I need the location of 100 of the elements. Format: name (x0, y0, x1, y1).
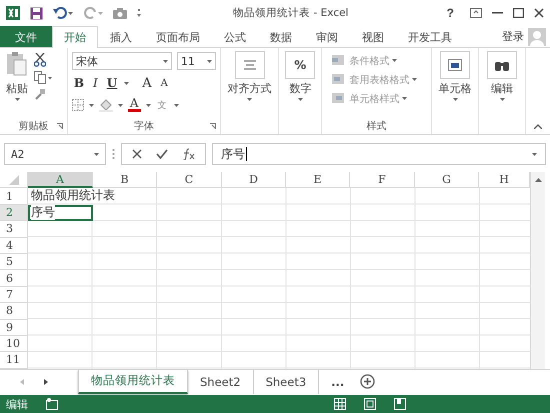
add-sheet-icon[interactable] (360, 374, 376, 390)
ribbon-tab[interactable]: 插入 (98, 26, 144, 47)
column-header[interactable]: G (415, 172, 479, 188)
checkmark-icon[interactable] (156, 149, 168, 159)
paste-button[interactable]: 粘贴 (4, 51, 30, 118)
row-header[interactable]: 6 (0, 270, 28, 287)
minimize-icon[interactable] (492, 12, 503, 14)
caret-icon (412, 78, 418, 81)
binoculars-icon (495, 59, 509, 71)
camera-icon[interactable] (113, 8, 127, 18)
row-header[interactable]: 8 (0, 303, 28, 320)
group-label: 剪贴板 (18, 120, 48, 133)
sheet-tab[interactable]: 物品领用统计表 (78, 370, 188, 394)
editing-button[interactable]: 编辑 (483, 51, 521, 101)
sign-in-link[interactable]: 登录 (502, 29, 524, 44)
scroll-up-icon[interactable] (534, 178, 542, 182)
caret-icon (206, 60, 212, 62)
worksheet-grid[interactable]: 物品领用统计表 序号 (28, 188, 530, 369)
file-tab[interactable]: 文件 (0, 26, 52, 47)
column-header[interactable]: H (479, 172, 530, 188)
sheet-tab[interactable]: Sheet3 (254, 370, 320, 394)
name-box[interactable]: A2 (4, 143, 106, 165)
alignment-button[interactable]: 对齐方式 (224, 51, 274, 101)
page-layout-icon[interactable] (364, 398, 376, 410)
collapse-ribbon-icon[interactable] (534, 124, 542, 129)
maximize-icon[interactable] (513, 8, 524, 18)
expand-icon (532, 152, 537, 156)
number-format-button[interactable]: % 数字 (283, 51, 318, 101)
row-header[interactable]: 10 (0, 336, 28, 352)
column-header[interactable]: F (350, 172, 415, 188)
customize-icon[interactable] (137, 9, 141, 17)
dialog-launcher-icon[interactable] (210, 123, 216, 129)
font-name-field[interactable]: 宋体 (72, 52, 172, 70)
sheet-tab[interactable]: Sheet2 (188, 370, 254, 394)
more-sheets-button[interactable]: ... (319, 370, 356, 394)
caret-icon (94, 152, 99, 156)
font-color-button[interactable]: A (128, 98, 141, 112)
excel-logo-icon (6, 6, 20, 20)
group-label: 样式 (366, 120, 387, 133)
group-label: 字体 (134, 120, 154, 133)
save-icon[interactable] (30, 6, 43, 20)
ribbon-tab[interactable]: 审阅 (304, 26, 350, 47)
font-size-field[interactable]: 11 (176, 52, 216, 70)
vertical-scrollbar[interactable] (530, 188, 545, 369)
cells-icon (448, 59, 462, 71)
ribbon-display-icon[interactable] (470, 8, 482, 18)
more-icon (112, 148, 115, 160)
fill-color-icon[interactable] (98, 98, 113, 112)
phonetic-button[interactable]: 文 (156, 98, 169, 112)
normal-view-icon[interactable] (334, 398, 346, 410)
italic-button[interactable]: I (91, 76, 100, 90)
cells-button[interactable]: 单元格 (436, 51, 474, 101)
status-mode: 编辑 (6, 396, 28, 412)
table-cell: 序号 (31, 204, 55, 220)
column-header[interactable]: C (157, 172, 222, 188)
row-header[interactable]: 11 (0, 352, 28, 369)
row-header[interactable]: 4 (0, 238, 28, 254)
caret-icon (146, 104, 151, 106)
formula-field[interactable]: 序号 (212, 143, 546, 165)
page-break-icon[interactable] (394, 398, 406, 410)
undo-icon[interactable] (53, 7, 73, 19)
dialog-launcher-icon[interactable] (56, 123, 63, 129)
macro-record-icon[interactable] (46, 398, 58, 410)
ribbon-tab[interactable]: 开发工具 (396, 26, 464, 47)
window-title: 物品领用统计表 - Excel (232, 6, 350, 20)
column-header[interactable]: E (286, 172, 350, 188)
column-header[interactable]: B (93, 172, 157, 188)
row-header[interactable]: 2 (0, 204, 28, 222)
bold-button[interactable]: B (72, 76, 86, 90)
cancel-icon[interactable] (132, 149, 142, 159)
caret-icon (124, 82, 130, 84)
row-header[interactable]: 1 (0, 188, 28, 205)
underline-button[interactable]: U (104, 76, 120, 90)
caret-icon (500, 98, 504, 101)
table-cell: 物品领用统计表 (31, 188, 115, 204)
grow-font-button[interactable]: A (140, 76, 154, 90)
ribbon-tab[interactable]: 公式 (212, 26, 258, 47)
triangle-icon (8, 174, 18, 185)
row-header[interactable]: 5 (0, 254, 28, 270)
caret-icon (118, 104, 123, 106)
ribbon-tab[interactable]: 页面布局 (144, 26, 212, 47)
column-header[interactable]: D (222, 172, 286, 188)
caret-icon (452, 98, 458, 101)
shrink-font-button[interactable]: A (158, 78, 170, 88)
format-painter-icon[interactable] (34, 88, 46, 100)
row-header[interactable]: 3 (0, 221, 28, 238)
ribbon-tab[interactable]: 视图 (350, 26, 396, 47)
insert-function-icon[interactable] (182, 148, 195, 160)
ribbon-tab[interactable]: 数据 (258, 26, 304, 47)
row-header[interactable]: 9 (0, 320, 28, 336)
column-header[interactable]: A (28, 172, 93, 188)
scissors-icon[interactable] (34, 53, 46, 67)
close-icon[interactable] (534, 8, 544, 18)
border-icon[interactable] (72, 99, 84, 111)
caret-icon (174, 104, 179, 106)
next-sheet-icon[interactable] (44, 378, 48, 385)
help-button[interactable]: ? (440, 5, 460, 21)
copy-icon[interactable] (34, 71, 52, 84)
ribbon-tab[interactable]: 开始 (52, 26, 98, 48)
row-header[interactable]: 7 (0, 286, 28, 304)
